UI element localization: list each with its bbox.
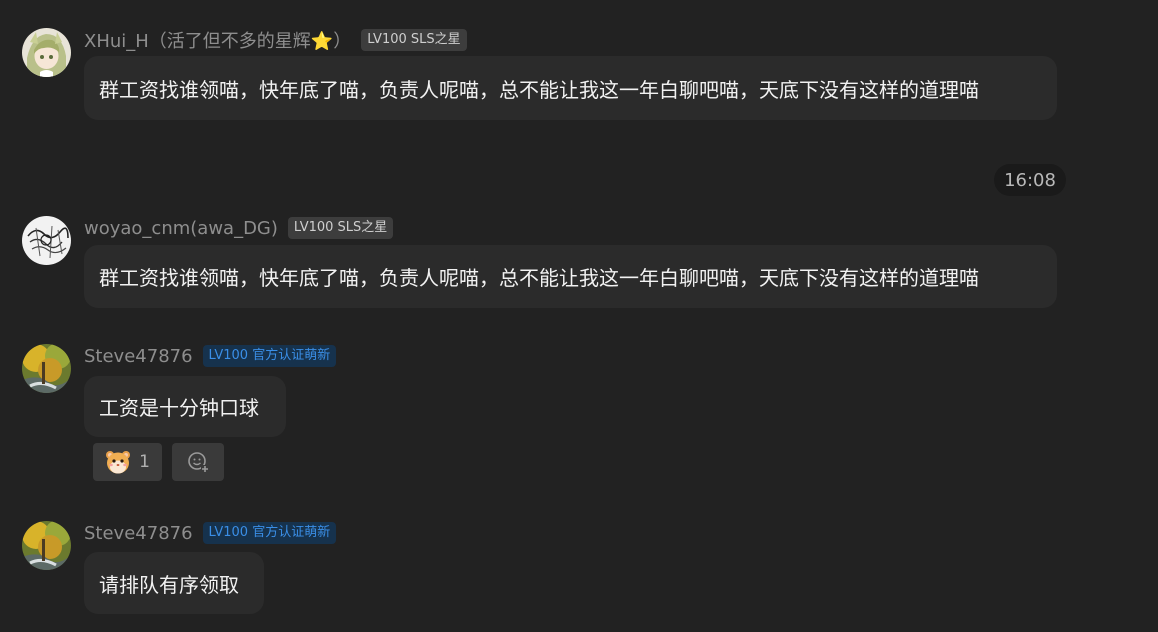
reaction-count: 1 [139, 452, 150, 472]
message-header: Steve47876 LV100 官方认证萌新 [84, 521, 337, 545]
avatar[interactable] [22, 28, 71, 77]
chat-message-list[interactable]: XHui_H（活了但不多的星辉⭐） LV100 SLS之星 群工资找谁领喵，快年… [0, 0, 1158, 632]
time-divider: 16:08 [994, 164, 1066, 196]
avatar-forest-image [22, 521, 71, 570]
message-text: 群工资找谁领喵，快年底了喵，负责人呢喵，总不能让我这一年白聊吧喵，天底下没有这样… [99, 77, 979, 102]
username[interactable]: Steve47876 [84, 346, 193, 367]
avatar[interactable] [22, 216, 71, 265]
hamster-face-emoji-icon [106, 451, 131, 474]
avatar[interactable] [22, 344, 71, 393]
message-text: 群工资找谁领喵，快年底了喵，负责人呢喵，总不能让我这一年白聊吧喵，天底下没有这样… [99, 266, 979, 290]
message-text: 请排队有序领取 [99, 572, 239, 597]
add-reaction-button[interactable] [172, 443, 224, 481]
reaction-hamster[interactable]: 1 [93, 443, 162, 481]
message-text: 工资是十分钟口球 [99, 396, 259, 420]
level-badge: LV100 SLS之星 [361, 29, 467, 51]
level-badge: LV100 官方认证萌新 [202, 345, 337, 367]
level-badge: LV100 官方认证萌新 [202, 522, 337, 544]
avatar-anime-girl-image [22, 28, 71, 77]
message-bubble[interactable]: 请排队有序领取 [84, 552, 264, 614]
message-header: woyao_cnm(awa_DG) LV100 SLS之星 [84, 216, 394, 240]
username[interactable]: XHui_H（活了但不多的星辉⭐） [84, 27, 351, 53]
message-header: XHui_H（活了但不多的星辉⭐） LV100 SLS之星 [84, 28, 467, 52]
message-reactions: 1 [93, 443, 224, 481]
message-bubble[interactable]: 群工资找谁领喵，快年底了喵，负责人呢喵，总不能让我这一年白聊吧喵，天底下没有这样… [84, 56, 1057, 120]
message-bubble[interactable]: 工资是十分钟口球 [84, 376, 286, 437]
level-badge: LV100 SLS之星 [287, 217, 394, 239]
avatar-forest-image [22, 344, 71, 393]
message-bubble[interactable]: 群工资找谁领喵，快年底了喵，负责人呢喵，总不能让我这一年白聊吧喵，天底下没有这样… [84, 245, 1057, 308]
avatar-sketch-image [22, 216, 71, 265]
message-header: Steve47876 LV100 官方认证萌新 [84, 344, 337, 368]
avatar[interactable] [22, 521, 71, 570]
add-reaction-icon [188, 452, 209, 473]
username[interactable]: Steve47876 [84, 523, 193, 544]
username[interactable]: woyao_cnm(awa_DG) [84, 218, 278, 239]
